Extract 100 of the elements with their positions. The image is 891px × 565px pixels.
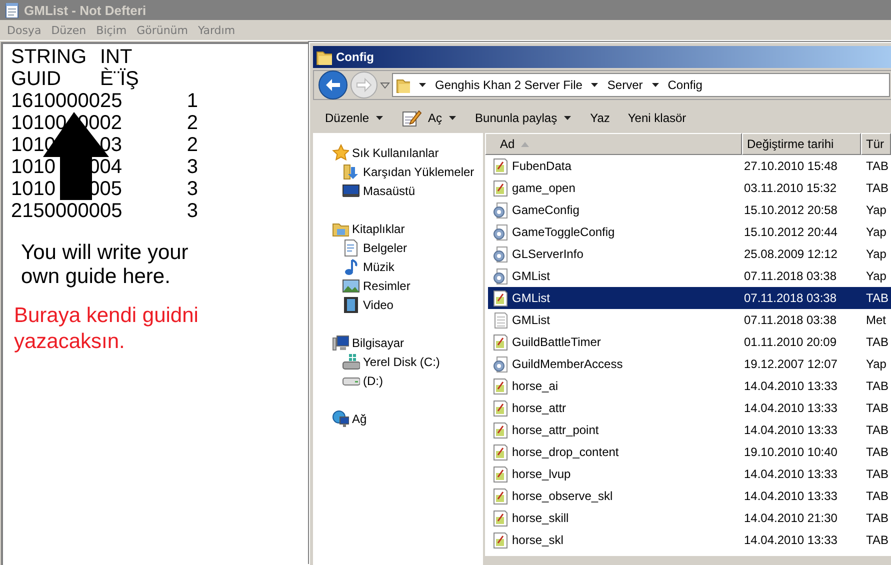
file-date: 27.10.2010 15:48 <box>743 159 838 173</box>
text-document-icon <box>492 312 509 328</box>
file-date: 07.11.2018 03:38 <box>743 291 838 305</box>
spreadsheet-icon <box>492 422 509 438</box>
sidebar-item[interactable]: Masaüstü <box>363 184 416 198</box>
toolbar-button[interactable]: Düzenle <box>325 109 384 127</box>
file-name: horse_observe_skl <box>512 489 613 503</box>
notepad-pencil-icon <box>402 109 422 127</box>
sidebar-item[interactable]: Bilgisayar <box>352 336 404 350</box>
file-row[interactable]: GameConfig 15.10.2012 20:58 Yap <box>488 199 891 221</box>
hard-disk-icon <box>342 352 360 370</box>
file-date: 15.10.2012 20:58 <box>743 203 838 217</box>
file-date: 14.04.2010 13:33 <box>743 489 838 503</box>
toolbar-button[interactable]: Bununla paylaş <box>475 109 572 127</box>
file-type: TAB <box>865 335 890 349</box>
guide-note: You will write your own guide here. <box>21 241 190 289</box>
breadcrumb[interactable]: Config <box>668 78 702 92</box>
window-title: GMList - Not Defteri <box>24 2 146 18</box>
spreadsheet-icon <box>492 466 509 482</box>
column-header[interactable]: Değiştirme tarihi <box>742 133 861 155</box>
column-header[interactable]: Tür <box>861 133 891 155</box>
breadcrumb[interactable]: Server <box>607 78 643 92</box>
file-row[interactable]: GuildBattleTimer 01.11.2010 20:09 TAB <box>488 331 891 353</box>
toolbar-button[interactable]: Yeni klasör <box>628 109 686 127</box>
toolbar-button[interactable]: Yaz <box>590 109 610 127</box>
document-icon <box>342 238 360 256</box>
column-header: È¨ÏŞ <box>100 68 139 90</box>
guid-text: 03 <box>100 134 122 156</box>
file-type: TAB <box>865 489 890 503</box>
sidebar-item[interactable]: Yerel Disk (C:) <box>363 354 440 368</box>
file-row[interactable]: GMList 07.11.2018 03:38 Met <box>488 309 891 331</box>
folder-icon <box>396 77 410 93</box>
file-row[interactable]: horse_drop_content 19.10.2010 10:40 TAB <box>488 441 891 463</box>
file-row[interactable]: horse_ai 14.04.2010 13:33 TAB <box>488 375 891 397</box>
file-date: 07.11.2018 03:38 <box>743 269 838 283</box>
toolbar-button[interactable]: Aç <box>402 107 458 129</box>
history-dropdown[interactable] <box>380 81 390 89</box>
file-name: GLServerInfo <box>512 247 584 261</box>
file-row[interactable]: GameToggleConfig 15.10.2012 20:44 Yap <box>488 221 891 243</box>
sidebar-item[interactable]: Belgeler <box>363 240 408 254</box>
guide-note-translation: Buraya kendi guidni yazacaksın. <box>14 303 200 355</box>
picture-icon <box>342 276 360 294</box>
caret-icon <box>418 81 427 89</box>
file-type: TAB <box>865 291 890 305</box>
value-text: 3 <box>186 200 198 222</box>
column-label: Ad <box>500 137 515 151</box>
sidebar-item[interactable]: Resimler <box>363 278 410 292</box>
sidebar-item[interactable]: (D:) <box>363 374 383 388</box>
file-date: 14.04.2010 13:33 <box>743 467 838 481</box>
star-icon <box>332 144 349 161</box>
file-name: GameToggleConfig <box>512 225 615 239</box>
gear-document-icon <box>492 356 509 372</box>
sidebar-item[interactable]: Karşıdan Yüklemeler <box>363 164 474 178</box>
back-button[interactable] <box>318 70 348 100</box>
file-row[interactable]: game_open 03.11.2010 15:32 TAB <box>488 177 891 199</box>
file-row[interactable]: GLServerInfo 25.08.2009 12:12 Yap <box>488 243 891 265</box>
file-row[interactable]: horse_attr 14.04.2010 13:33 TAB <box>488 397 891 419</box>
file-name: GuildMemberAccess <box>512 357 623 371</box>
file-date: 03.11.2010 15:32 <box>743 181 838 195</box>
breadcrumb[interactable]: Genghis Khan 2 Server File <box>435 78 582 92</box>
file-row[interactable]: horse_lvup 14.04.2010 13:33 TAB <box>488 463 891 485</box>
file-date: 14.04.2010 13:33 <box>743 379 838 393</box>
column-label: Tür <box>866 137 884 151</box>
sidebar-item[interactable]: Müzik <box>363 260 394 274</box>
file-row[interactable]: horse_observe_skl 14.04.2010 13:33 TAB <box>488 485 891 507</box>
address-field[interactable]: Genghis Khan 2 Server File Server Config <box>392 73 890 97</box>
sidebar-item[interactable]: Ağ <box>352 412 367 426</box>
file-date: 25.08.2009 12:12 <box>743 247 838 261</box>
spreadsheet-icon <box>492 158 509 174</box>
spreadsheet-icon <box>492 334 509 350</box>
spreadsheet-icon <box>492 290 509 306</box>
value-text: 2 <box>186 134 198 156</box>
file-name: GMList <box>512 269 550 283</box>
folder-icon <box>316 49 332 65</box>
sidebar-item[interactable]: Sık Kullanılanlar <box>352 146 439 160</box>
spreadsheet-icon <box>492 510 509 526</box>
file-row[interactable]: horse_skl 14.04.2010 13:33 TAB <box>488 529 891 551</box>
gear-document-icon <box>492 202 509 218</box>
file-row[interactable]: FubenData 27.10.2010 15:48 TAB <box>488 155 891 177</box>
sidebar-item[interactable]: Video <box>363 298 394 312</box>
caret-icon <box>563 114 572 122</box>
guid-text: 1010 <box>11 178 56 200</box>
file-row[interactable]: horse_skill 14.04.2010 21:30 TAB <box>488 507 891 529</box>
guid-text: 1610000025 <box>11 90 122 112</box>
file-row[interactable]: GMList 07.11.2018 03:38 TAB <box>488 287 891 309</box>
value-text: 3 <box>186 178 198 200</box>
file-name: FubenData <box>512 159 572 173</box>
file-name: game_open <box>512 181 576 195</box>
file-row[interactable]: GuildMemberAccess 19.12.2007 12:07 Yap <box>488 353 891 375</box>
column-header[interactable]: Ad <box>485 133 742 155</box>
spreadsheet-icon <box>492 532 509 548</box>
file-type: TAB <box>865 401 890 415</box>
file-type: Yap <box>865 269 888 283</box>
guid-text: 1010 <box>11 156 56 178</box>
sidebar-item[interactable]: Kitaplıklar <box>352 222 405 236</box>
file-row[interactable]: GMList 07.11.2018 03:38 Yap <box>488 265 891 287</box>
file-type: TAB <box>865 181 890 195</box>
file-row[interactable]: horse_attr_point 14.04.2010 13:33 TAB <box>488 419 891 441</box>
file-name: GuildBattleTimer <box>512 335 601 349</box>
file-type: TAB <box>865 159 890 173</box>
